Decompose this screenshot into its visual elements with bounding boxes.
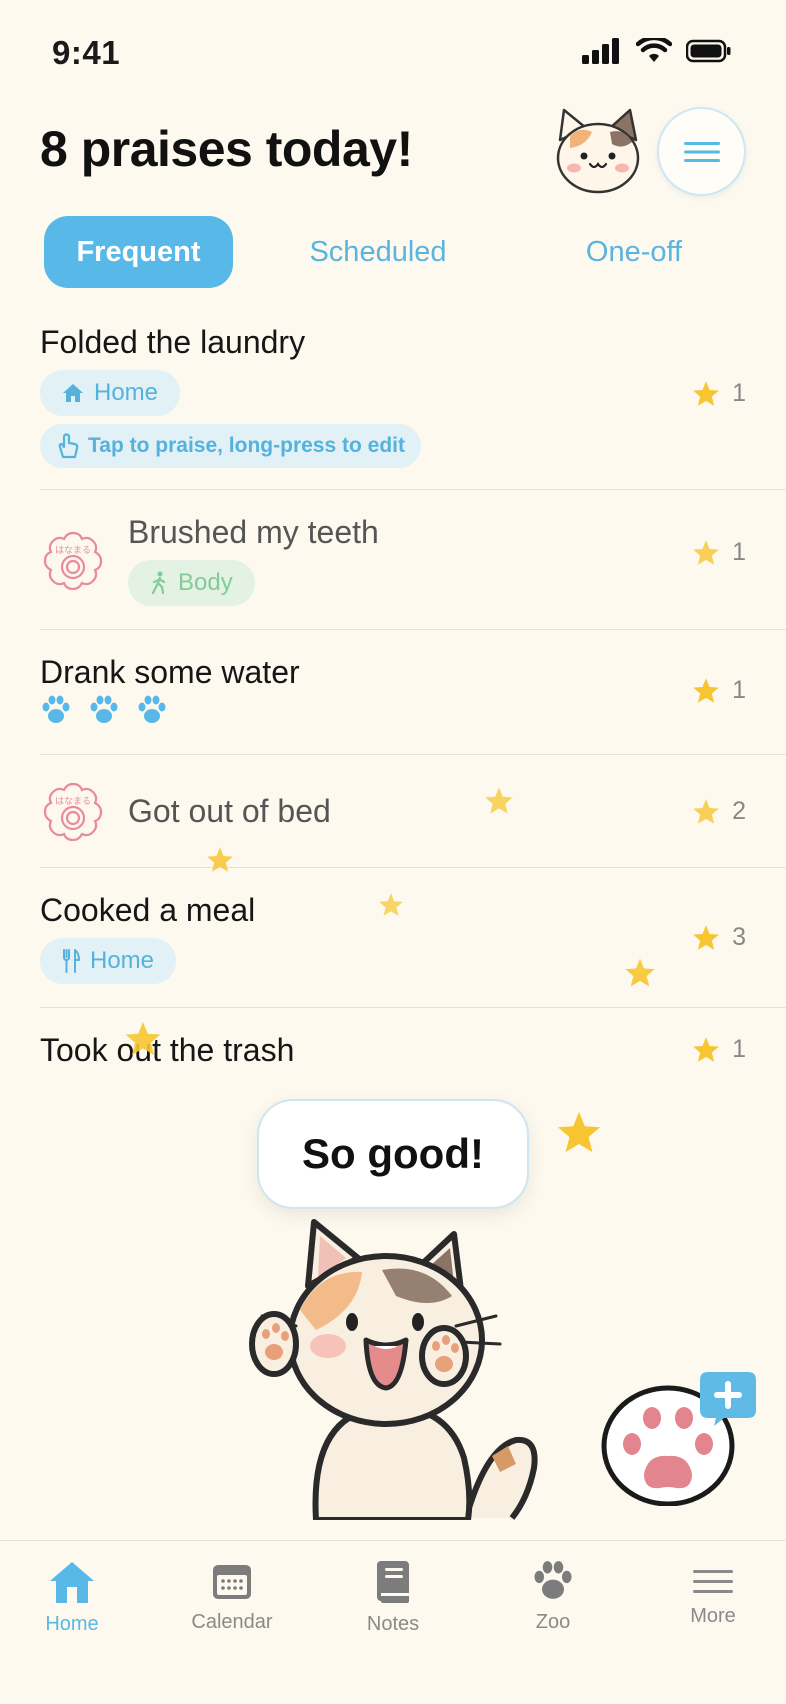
- star-icon: [693, 678, 719, 703]
- menu-button[interactable]: [657, 107, 746, 196]
- hamburger-icon: [683, 141, 720, 162]
- cheering-cat-illustration: [249, 1219, 538, 1520]
- tab-scheduled[interactable]: Scheduled: [278, 216, 478, 288]
- walking-person-icon: [151, 571, 166, 595]
- tap-hand-icon: [58, 433, 79, 459]
- tab-frequent[interactable]: Frequent: [44, 216, 233, 288]
- house-icon: [63, 384, 83, 402]
- plus-icon: [700, 1372, 756, 1426]
- sparkle-star-icon: [485, 787, 513, 814]
- category-tag-label: Home: [90, 947, 155, 974]
- sparkle-star-icon: [379, 893, 403, 916]
- segment-tabs: Frequent Scheduled One-off: [44, 216, 744, 288]
- tab-bar-home[interactable]: Home: [2, 1559, 142, 1636]
- praise-count-value: 1: [732, 379, 746, 407]
- star-icon: [693, 540, 719, 565]
- star-icon: [693, 1037, 719, 1062]
- star-icon: [693, 799, 719, 824]
- item-title: Took out the trash: [40, 1032, 295, 1068]
- list-item[interactable]: はなまる Brushed my teeth Body 1: [0, 490, 786, 630]
- list-item[interactable]: Folded the laundry Home Tap to praise, l…: [0, 300, 786, 490]
- praise-count: 1: [692, 538, 746, 567]
- add-praise-button[interactable]: [600, 1370, 760, 1510]
- hanamaru-stamp-icon: はなまる: [43, 782, 103, 842]
- paw-icon: [42, 695, 70, 723]
- praise-count-value: 3: [732, 923, 746, 951]
- sparkle-star-icon: [557, 1111, 601, 1153]
- stamp-text: はなまる: [55, 796, 91, 807]
- tab-bar-label: Zoo: [535, 1611, 571, 1633]
- tab-bar-calendar[interactable]: Calendar: [162, 1559, 302, 1634]
- praise-count: 3: [692, 923, 746, 952]
- status-bar: 9:41: [0, 0, 786, 100]
- praise-count-value: 1: [732, 538, 746, 566]
- star-icon: [693, 925, 719, 950]
- page-title: 8 praises today!: [40, 121, 413, 177]
- tab-bar-label: Home: [45, 1613, 99, 1635]
- hanamaru-stamp-icon: はなまる: [43, 531, 103, 591]
- item-title: Drank some water: [40, 654, 300, 690]
- status-time: 9:41: [52, 34, 121, 71]
- home-icon: [50, 1562, 94, 1603]
- category-tag[interactable]: Body: [128, 560, 255, 606]
- praise-count: 2: [692, 797, 746, 826]
- item-title: Brushed my teeth: [128, 514, 379, 550]
- calendar-icon: [213, 1565, 251, 1599]
- list-item[interactable]: Drank some water 1: [0, 630, 786, 755]
- praise-count: 1: [692, 1035, 746, 1064]
- category-tag-label: Body: [178, 569, 233, 596]
- paw-icon: [90, 695, 118, 723]
- paw-icon: [138, 695, 166, 723]
- list-item[interactable]: はなまる Got out of bed 2: [0, 755, 786, 868]
- item-title: Cooked a meal: [40, 892, 256, 928]
- tab-bar-notes[interactable]: Notes: [323, 1559, 463, 1636]
- praise-count-value: 1: [732, 676, 746, 704]
- category-tag[interactable]: Home: [40, 370, 181, 416]
- tab-bar-label: More: [690, 1605, 736, 1627]
- cellular-signal-icon: [582, 38, 619, 64]
- paw-icon: [534, 1561, 572, 1599]
- notebook-icon: [377, 1561, 409, 1603]
- sparkle-star-icon: [625, 958, 655, 987]
- tab-one-off[interactable]: One-off: [524, 216, 744, 288]
- item-title: Got out of bed: [128, 793, 331, 829]
- wifi-icon: [636, 38, 672, 62]
- tab-bar-label: Notes: [366, 1613, 420, 1635]
- praise-bubble: So good!: [257, 1099, 529, 1209]
- usage-hint: Tap to praise, long-press to edit: [40, 424, 421, 468]
- category-tag-label: Home: [94, 379, 159, 406]
- praise-count-value: 1: [732, 1035, 746, 1063]
- battery-icon: [686, 39, 731, 63]
- fork-knife-icon: [63, 949, 80, 973]
- sparkle-star-icon: [207, 847, 233, 872]
- list-item[interactable]: Cooked a meal Home 3: [0, 868, 786, 1008]
- tab-bar: Home Calendar Notes Zoo More: [0, 1540, 786, 1704]
- stamp-text: はなまる: [55, 545, 91, 556]
- status-icons: [582, 38, 732, 64]
- item-title: Folded the laundry: [40, 324, 306, 360]
- praise-count-value: 2: [732, 797, 746, 825]
- sparkle-star-icon: [125, 1021, 161, 1056]
- tab-bar-more[interactable]: More: [643, 1559, 783, 1628]
- usage-hint-text: Tap to praise, long-press to edit: [88, 434, 405, 457]
- list-item[interactable]: Took out the trash 1: [0, 1008, 786, 1098]
- category-tag[interactable]: Home: [40, 938, 177, 984]
- cat-face-icon[interactable]: [550, 104, 646, 200]
- tab-bar-label: Calendar: [191, 1611, 273, 1633]
- tab-bar-zoo[interactable]: Zoo: [483, 1559, 623, 1634]
- praise-count: 1: [692, 379, 746, 408]
- star-icon: [693, 381, 719, 406]
- paw-progress: [40, 694, 168, 726]
- praise-count: 1: [692, 676, 746, 705]
- menu-lines-icon: [693, 1570, 733, 1593]
